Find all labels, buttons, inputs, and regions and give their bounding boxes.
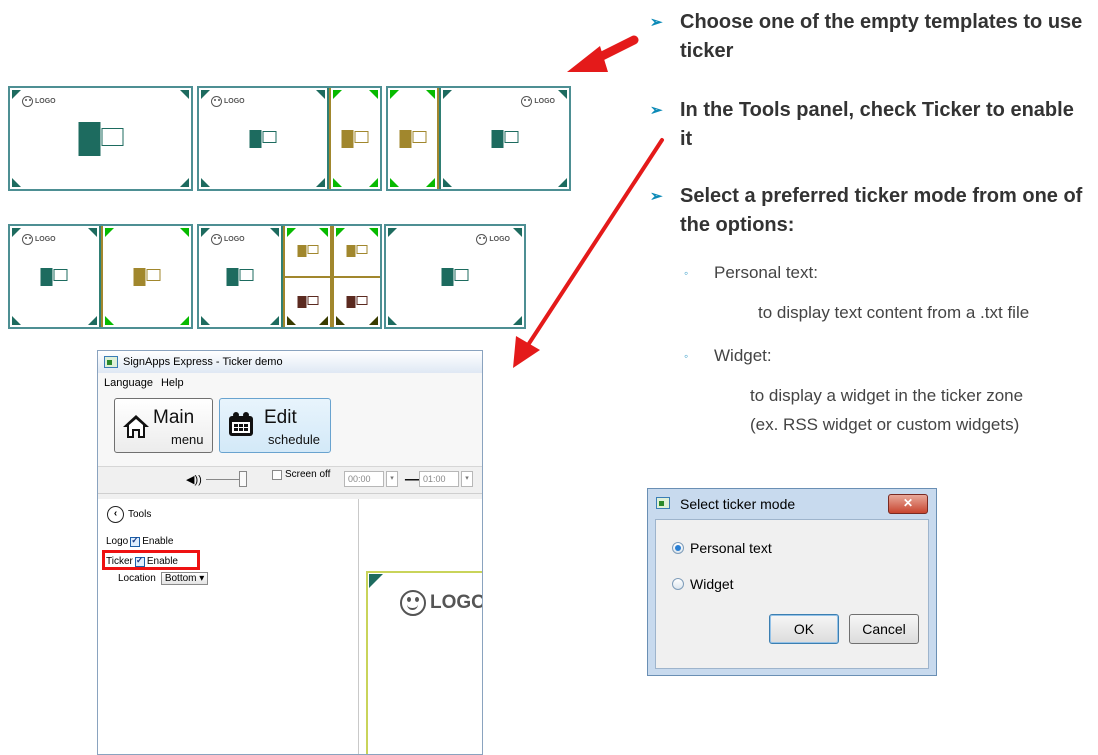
bullet-arrow-icon: ➢ <box>650 14 663 31</box>
back-button[interactable]: ‹ <box>107 506 124 523</box>
option-1-title: Personal text: <box>714 263 818 282</box>
tools-panel: ‹ Tools Logo Enable Ticker Enable Locati… <box>98 499 359 754</box>
app-window: SignApps Express - Ticker demo Language … <box>97 350 483 755</box>
tools-label: Tools <box>128 509 152 520</box>
edit-schedule-button[interactable]: Edit schedule <box>219 398 331 453</box>
option-widget: ◦ Widget: <box>684 346 772 366</box>
option-2-desc-line1: to display a widget in the ticker zone <box>750 386 1024 405</box>
main-button-title: Main <box>153 407 195 428</box>
radio-widget[interactable]: Widget <box>672 576 734 592</box>
location-setting: Location Bottom ▾ <box>118 572 209 585</box>
location-label: Location <box>118 573 156 584</box>
main-menu-button[interactable]: Main menu <box>114 398 213 453</box>
screen-off-toggle[interactable]: Screen off <box>272 469 330 480</box>
control-row: ◀)) Screen off 00:00 ▾ ⟶ 01:00 ▾ <box>98 467 482 494</box>
edit-button-title: Edit <box>264 407 297 428</box>
dialog-title-bar: Select ticker mode ✕ <box>648 489 936 519</box>
radio-widget-label: Widget <box>690 576 734 592</box>
logo-enable-label: Enable <box>142 536 174 547</box>
layout-preview-panel: LOGO <box>359 499 482 754</box>
volume-slider-thumb[interactable] <box>239 471 247 487</box>
bullet-circle-icon: ◦ <box>684 266 689 280</box>
option-2-title: Widget: <box>714 346 772 365</box>
dialog-body: Personal text Widget OK Cancel <box>655 519 929 669</box>
time-from-dropdown[interactable]: ▾ <box>386 471 398 487</box>
toolbar: Main menu Edit schedule <box>98 393 482 467</box>
preview-logo-icon: LOGO <box>400 590 482 616</box>
bullet-circle-icon: ◦ <box>684 349 689 363</box>
location-select[interactable]: Bottom ▾ <box>160 572 209 585</box>
menu-language[interactable]: Language <box>104 377 153 389</box>
app-logo-icon <box>656 497 670 509</box>
cancel-button[interactable]: Cancel <box>849 614 919 644</box>
calendar-icon <box>229 412 253 436</box>
time-to-field[interactable]: 01:00 <box>419 471 459 487</box>
logo-setting: Logo Enable <box>106 535 174 548</box>
edit-button-subtitle: schedule <box>268 432 321 447</box>
home-icon <box>123 415 149 438</box>
screen-off-label: Screen off <box>285 469 331 480</box>
radio-unselected-icon[interactable] <box>672 578 684 590</box>
radio-personal-text[interactable]: Personal text <box>672 540 772 556</box>
screen-off-checkbox[interactable] <box>272 469 282 480</box>
option-2-desc-line2: (ex. RSS widget or custom widgets) <box>750 415 1020 434</box>
option-personal-text: ◦ Personal text: <box>684 263 818 283</box>
arrow-to-templates-icon <box>567 35 639 72</box>
radio-personal-label: Personal text <box>690 540 772 556</box>
title-bar: SignApps Express - Ticker demo <box>98 351 482 373</box>
option-1-desc: to display text content from a .txt file <box>758 303 1030 322</box>
step-3-text: Select a preferred ticker mode from one … <box>680 185 1083 236</box>
main-button-subtitle: menu <box>171 432 204 447</box>
app-logo-icon <box>104 356 118 368</box>
logo-label: Logo <box>106 536 129 547</box>
arrow-to-app-icon <box>513 138 664 368</box>
bullet-arrow-icon: ➢ <box>650 102 663 119</box>
step-2-text: In the Tools panel, check Ticker to enab… <box>680 99 1074 150</box>
ok-button[interactable]: OK <box>769 614 839 644</box>
radio-selected-icon[interactable] <box>672 542 684 554</box>
step-1-text: Choose one of the empty templates to use… <box>680 11 1083 62</box>
ticker-highlight-box <box>102 550 200 570</box>
time-from-field[interactable]: 00:00 <box>344 471 384 487</box>
logo-enable-checkbox[interactable] <box>130 535 141 547</box>
dialog-title: Select ticker mode <box>680 496 796 512</box>
menu-bar: Language Help <box>98 373 482 393</box>
layout-preview: LOGO <box>366 571 482 754</box>
bullet-arrow-icon: ➢ <box>650 188 663 205</box>
location-value: Bottom <box>164 573 197 584</box>
window-title: SignApps Express - Ticker demo <box>123 356 283 368</box>
time-to-dropdown[interactable]: ▾ <box>461 471 473 487</box>
select-ticker-mode-dialog: Select ticker mode ✕ Personal text Widge… <box>647 488 937 676</box>
close-button[interactable]: ✕ <box>888 494 928 514</box>
volume-icon: ◀)) <box>186 474 202 486</box>
menu-help[interactable]: Help <box>161 377 184 389</box>
